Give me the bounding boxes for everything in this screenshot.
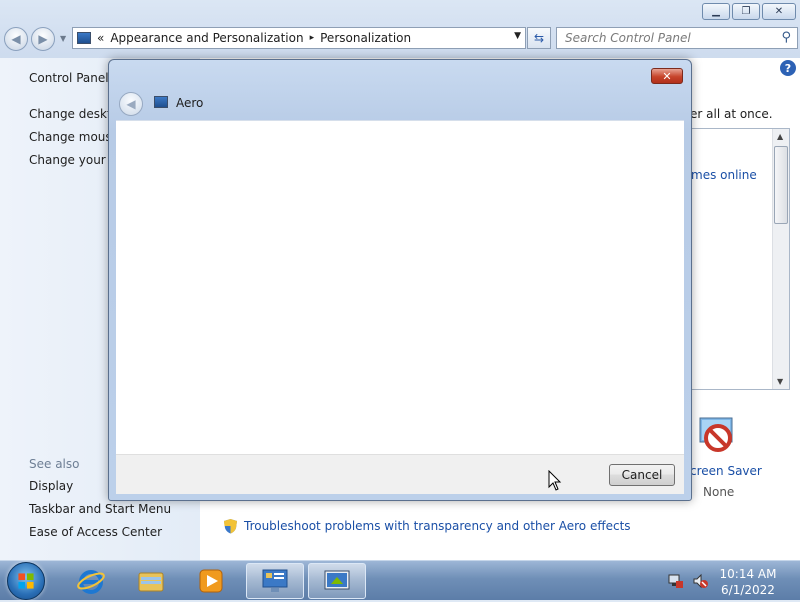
cancel-button[interactable]: Cancel <box>609 464 675 486</box>
breadcrumb-personalization[interactable]: Personalization <box>320 31 411 45</box>
minimize-button[interactable]: ▁ <box>702 3 730 20</box>
search-placeholder: Search Control Panel <box>565 31 691 45</box>
troubleshooter-icon <box>154 96 168 108</box>
back-arrow-icon: ◀ <box>11 32 21 46</box>
troubleshooter-icon <box>324 570 350 590</box>
search-icon[interactable]: ⚲ <box>781 30 791 45</box>
taskbar-control-panel[interactable] <box>246 563 304 599</box>
folder-icon <box>138 572 164 592</box>
troubleshoot-aero-link[interactable]: Troubleshoot problems with transparency … <box>223 518 631 534</box>
ease-of-access-link[interactable]: Ease of Access Center <box>29 525 162 539</box>
taskbar-aero-troubleshooter[interactable] <box>308 563 366 599</box>
network-icon[interactable] <box>668 573 684 589</box>
refresh-button[interactable]: ⇆ <box>527 27 551 49</box>
control-panel-icon <box>77 32 91 44</box>
media-player-icon <box>199 569 223 593</box>
taskbar-internet-explorer[interactable] <box>62 563 120 599</box>
see-also-heading: See also <box>29 457 80 471</box>
taskbar-start-menu-link[interactable]: Taskbar and Start Menu <box>29 502 171 516</box>
forward-button[interactable]: ▶ <box>31 27 55 51</box>
windows-logo-icon <box>18 573 34 589</box>
scroll-thumb[interactable] <box>774 146 788 224</box>
scroll-down-icon[interactable]: ▼ <box>777 377 783 386</box>
aero-troubleshooter-dialog: ✕ ◀ Aero Cancel <box>108 59 692 501</box>
taskbar-windows-explorer[interactable] <box>122 563 180 599</box>
taskbar-media-player[interactable] <box>182 563 240 599</box>
close-icon: ✕ <box>662 69 672 83</box>
volume-muted-icon[interactable] <box>692 573 708 589</box>
get-more-themes-online-link[interactable]: mes online <box>691 168 757 182</box>
back-arrow-icon: ◀ <box>126 97 136 111</box>
internet-explorer-icon <box>77 570 105 594</box>
help-icon[interactable]: ? <box>780 60 796 76</box>
change-mouse-pointers-link[interactable]: Change mouse <box>29 130 119 144</box>
address-dropdown-icon[interactable]: ▼ <box>514 31 521 41</box>
system-clock[interactable]: 10:14 AM 6/1/2022 <box>712 566 784 598</box>
clock-date: 6/1/2022 <box>721 583 775 597</box>
control-panel-icon <box>262 569 288 592</box>
screen-saver-value: None <box>703 485 735 499</box>
display-link[interactable]: Display <box>29 479 73 493</box>
themes-scrollbar[interactable]: ▲ ▼ <box>772 129 789 389</box>
dialog-footer: Cancel <box>116 454 684 494</box>
search-input[interactable]: Search Control Panel ⚲ <box>556 27 798 49</box>
restore-button[interactable]: ❐ <box>732 3 760 20</box>
troubleshoot-link-text[interactable]: Troubleshoot problems with transparency … <box>244 519 631 533</box>
shield-icon <box>224 519 237 534</box>
change-desktop-icons-link[interactable]: Change deskto <box>29 107 119 121</box>
window-caption-buttons: ▁ ❐ ✕ <box>702 3 796 20</box>
mouse-pointer-icon <box>548 470 562 491</box>
dialog-title: Aero <box>176 96 204 110</box>
refresh-icon: ⇆ <box>533 31 545 45</box>
forward-arrow-icon: ▶ <box>38 32 48 46</box>
breadcrumb-appearance[interactable]: Appearance and Personalization <box>110 31 303 45</box>
screen-saver-link[interactable]: creen Saver <box>690 464 762 478</box>
dialog-back-button[interactable]: ◀ <box>119 92 143 116</box>
address-bar[interactable]: « Appearance and Personalization ▸ Perso… <box>72 27 526 49</box>
start-button[interactable] <box>7 562 45 600</box>
recent-pages-dropdown[interactable]: ▼ <box>60 34 66 43</box>
personalization-description: er all at once. <box>690 107 773 121</box>
breadcrumb-separator[interactable]: ▸ <box>310 33 315 43</box>
taskbar: 10:14 AM 6/1/2022 <box>0 560 800 600</box>
close-button[interactable]: ✕ <box>762 3 796 20</box>
address-prefix[interactable]: « <box>97 31 104 45</box>
screen-saver-icon[interactable] <box>696 414 740 458</box>
restore-icon: ❐ <box>741 5 751 17</box>
scroll-up-icon[interactable]: ▲ <box>777 132 783 141</box>
clock-time: 10:14 AM <box>719 567 777 581</box>
themes-list[interactable]: mes online ▲ ▼ <box>686 128 790 390</box>
dialog-close-button[interactable]: ✕ <box>651 68 683 84</box>
dialog-body <box>116 120 684 454</box>
minimize-icon: ▁ <box>712 5 720 17</box>
close-icon: ✕ <box>774 5 784 17</box>
back-button[interactable]: ◀ <box>4 27 28 51</box>
change-account-picture-link[interactable]: Change your a <box>29 153 117 167</box>
